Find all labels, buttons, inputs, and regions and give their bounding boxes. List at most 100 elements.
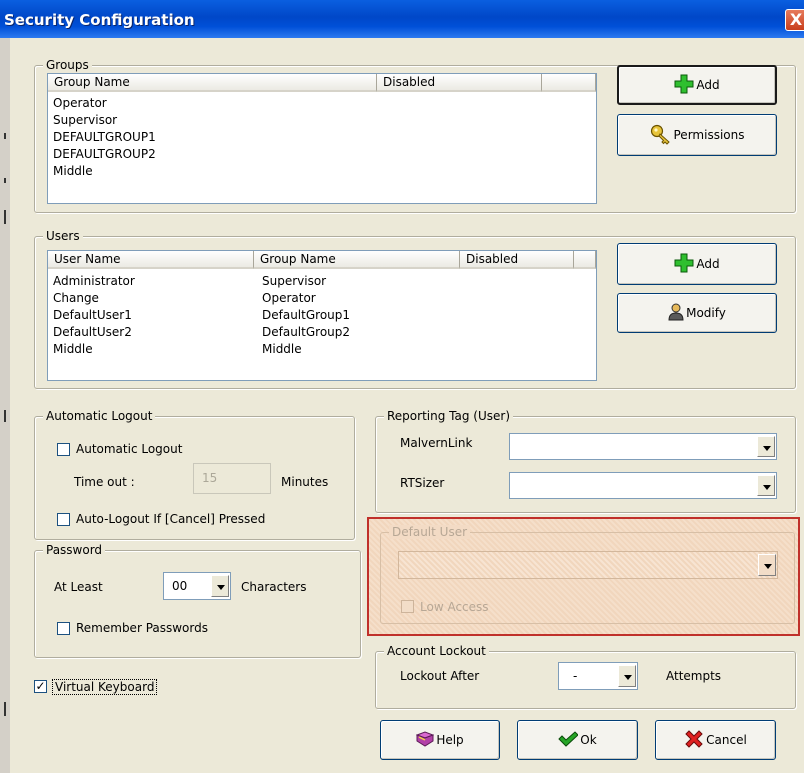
groups-list[interactable]: Group Name Disabled Operator Supervisor … xyxy=(47,73,597,204)
user-name-cell: Change xyxy=(53,291,99,305)
table-row[interactable]: Change Operator xyxy=(53,290,553,307)
group-name-cell: DEFAULTGROUP2 xyxy=(53,147,156,161)
at-least-label: At Least xyxy=(54,580,103,594)
groups-col-filler xyxy=(542,74,596,92)
reporting-tag-legend: Reporting Tag (User) xyxy=(384,409,513,423)
help-book-icon xyxy=(415,730,435,750)
modify-user-button[interactable]: Modify xyxy=(617,293,777,333)
key-icon xyxy=(650,123,672,148)
password-length-select[interactable]: 00 xyxy=(163,572,231,600)
malvernlink-select[interactable] xyxy=(509,433,777,460)
list-item[interactable]: Supervisor xyxy=(53,112,156,129)
cancel-button[interactable]: Cancel xyxy=(655,720,776,760)
cancel-label: Cancel xyxy=(706,733,747,747)
close-icon: X xyxy=(789,10,803,29)
virtual-keyboard-checkbox[interactable]: ✓ xyxy=(34,680,47,693)
left-edge-strip xyxy=(0,38,10,773)
add-user-label: Add xyxy=(696,257,720,271)
password-groupbox: Password xyxy=(34,543,361,658)
chevron-down-icon[interactable] xyxy=(758,554,776,576)
users-col-group-name[interactable]: Group Name xyxy=(254,251,460,269)
add-user-button[interactable]: Add xyxy=(617,243,777,285)
list-item[interactable]: Operator xyxy=(53,95,156,112)
group-name-cell: Supervisor xyxy=(53,113,118,127)
attempts-label: Attempts xyxy=(666,669,722,683)
minutes-label: Minutes xyxy=(281,475,329,489)
users-list[interactable]: User Name Group Name Disabled Administra… xyxy=(47,250,597,381)
account-lockout-legend: Account Lockout xyxy=(384,644,489,658)
group-name-cell: Operator xyxy=(53,96,107,110)
list-item[interactable]: Middle xyxy=(53,163,156,180)
user-group-cell: DefaultGroup2 xyxy=(262,325,351,339)
user-group-cell: Operator xyxy=(262,291,316,305)
table-row[interactable]: DefaultUser2 DefaultGroup2 xyxy=(53,324,553,341)
user-name-cell: DefaultUser1 xyxy=(53,308,132,322)
window-title: Security Configuration xyxy=(4,11,195,29)
add-group-label: Add xyxy=(696,78,720,92)
default-user-select[interactable] xyxy=(398,551,778,579)
user-group-cell: Supervisor xyxy=(262,274,327,288)
permissions-button[interactable]: Permissions xyxy=(617,114,777,156)
users-col-filler xyxy=(574,251,596,269)
rtsizer-label: RTSizer xyxy=(400,476,445,490)
groups-legend: Groups xyxy=(43,58,92,72)
characters-label: Characters xyxy=(241,580,307,594)
user-group-cell: DefaultGroup1 xyxy=(262,308,351,322)
list-item[interactable]: DEFAULTGROUP1 xyxy=(53,129,156,146)
help-button[interactable]: Help xyxy=(380,720,500,760)
edge-marker xyxy=(4,178,6,183)
chevron-down-icon[interactable] xyxy=(757,475,775,496)
automatic-logout-checkbox[interactable] xyxy=(57,443,70,456)
cancel-x-icon xyxy=(684,729,704,752)
group-name-cell: DEFAULTGROUP1 xyxy=(53,130,156,144)
auto-logout-cancel-checkbox[interactable] xyxy=(57,513,70,526)
checkmark-icon xyxy=(558,730,580,750)
groups-col-disabled[interactable]: Disabled xyxy=(377,74,542,92)
malvernlink-label: MalvernLink xyxy=(400,436,473,450)
add-group-button[interactable]: Add xyxy=(617,65,777,105)
edge-marker xyxy=(4,410,6,422)
list-item[interactable]: DEFAULTGROUP2 xyxy=(53,146,156,163)
password-length-value: 00 xyxy=(172,579,188,593)
user-group-cell: Middle xyxy=(262,342,302,356)
automatic-logout-label: Automatic Logout xyxy=(76,442,183,456)
remember-passwords-checkbox[interactable] xyxy=(57,622,70,635)
ok-button[interactable]: Ok xyxy=(517,720,638,760)
virtual-keyboard-label: Virtual Keyboard xyxy=(52,679,158,695)
modify-user-label: Modify xyxy=(686,306,726,320)
chevron-down-icon[interactable] xyxy=(211,575,229,597)
checkmark-icon: ✓ xyxy=(35,679,46,693)
low-access-checkbox[interactable] xyxy=(401,600,414,613)
chevron-down-icon[interactable] xyxy=(618,665,636,687)
users-col-disabled[interactable]: Disabled xyxy=(460,251,574,269)
automatic-logout-legend: Automatic Logout xyxy=(43,409,156,423)
password-legend: Password xyxy=(43,543,106,557)
low-access-label: Low Access xyxy=(420,600,489,614)
users-legend: Users xyxy=(43,229,83,243)
lockout-attempts-select[interactable]: - xyxy=(558,662,638,690)
user-icon xyxy=(668,303,684,324)
user-name-cell: DefaultUser2 xyxy=(53,325,132,339)
plus-icon xyxy=(674,74,694,97)
auto-logout-cancel-label: Auto-Logout If [Cancel] Pressed xyxy=(76,512,266,526)
user-name-cell: Administrator xyxy=(53,274,135,288)
help-label: Help xyxy=(436,733,464,747)
close-button[interactable]: X xyxy=(785,9,804,31)
default-user-legend: Default User xyxy=(389,525,471,539)
ok-label: Ok xyxy=(580,733,597,747)
table-row[interactable]: DefaultUser1 DefaultGroup1 xyxy=(53,307,553,324)
edge-marker xyxy=(4,702,6,716)
table-row[interactable]: Middle Middle xyxy=(53,341,553,358)
group-name-cell: Middle xyxy=(53,164,93,178)
table-row[interactable]: Administrator Supervisor xyxy=(53,273,553,290)
chevron-down-icon[interactable] xyxy=(757,436,775,457)
users-col-user-name[interactable]: User Name xyxy=(48,251,254,269)
permissions-label: Permissions xyxy=(673,128,745,142)
groups-col-group-name[interactable]: Group Name xyxy=(48,74,377,92)
plus-icon xyxy=(674,253,694,276)
timeout-input[interactable]: 15 xyxy=(193,463,271,494)
lockout-after-label: Lockout After xyxy=(400,669,480,683)
remember-passwords-label: Remember Passwords xyxy=(76,621,208,635)
lockout-attempts-value: - xyxy=(573,669,578,683)
rtsizer-select[interactable] xyxy=(509,472,777,499)
